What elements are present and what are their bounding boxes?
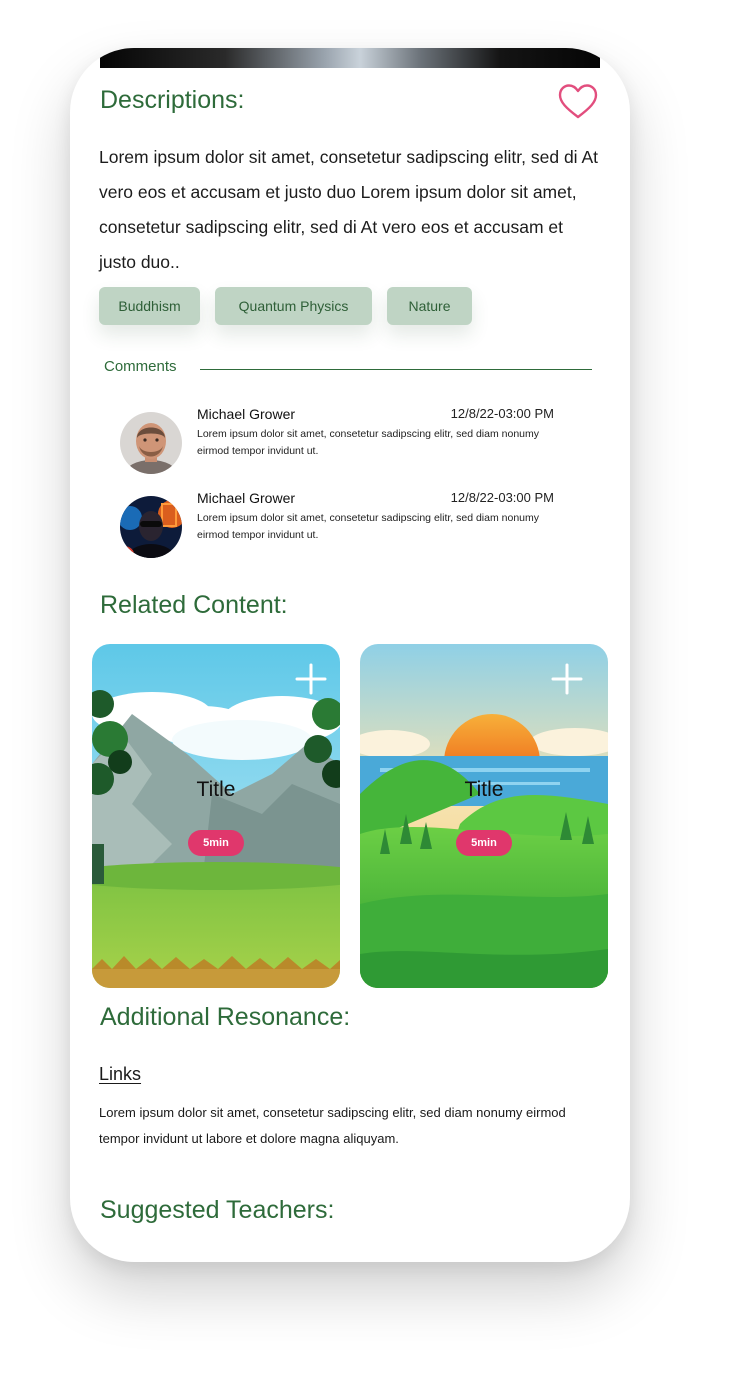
tag-chip[interactable]: Nature: [387, 287, 472, 325]
card-title: Title: [196, 778, 236, 801]
related-content-heading: Related Content:: [100, 591, 288, 619]
description-text: Lorem ipsum dolor sit amet, consetetur s…: [99, 147, 598, 272]
comment-text: Lorem ipsum dolor sit amet, consetetur s…: [197, 512, 539, 541]
duration-badge: 5min: [188, 830, 244, 856]
comment-author: Michael Grower: [197, 490, 296, 506]
related-content-card[interactable]: Title 5min: [360, 644, 608, 988]
comment-timestamp: 12/8/22-03:00 PM: [450, 406, 554, 421]
tag-chip[interactable]: Quantum Physics: [215, 287, 372, 325]
hero-image: [100, 48, 600, 68]
phone-frame: Descriptions: Lorem ipsum dolor sit amet…: [70, 48, 630, 1262]
links-link[interactable]: Links: [99, 1064, 141, 1085]
heart-icon[interactable]: [558, 84, 598, 120]
comments-label: Comments: [104, 358, 177, 375]
suggested-teachers-heading: Suggested Teachers:: [100, 1196, 335, 1224]
related-content-card[interactable]: Title 5min: [92, 644, 340, 988]
comment-timestamp: 12/8/22-03:00 PM: [450, 490, 554, 505]
comments-divider: [200, 369, 592, 370]
plus-icon[interactable]: [294, 662, 328, 696]
comment-text: Lorem ipsum dolor sit amet, consetetur s…: [197, 428, 539, 457]
card-title: Title: [464, 778, 504, 801]
comment-item: Michael Grower 12/8/22-03:00 PM Lorem ip…: [120, 406, 560, 474]
avatar[interactable]: [120, 412, 182, 474]
comment-author: Michael Grower: [197, 406, 296, 422]
additional-resonance-heading: Additional Resonance:: [100, 1003, 351, 1031]
plus-icon[interactable]: [550, 662, 584, 696]
additional-text: Lorem ipsum dolor sit amet, consetetur s…: [99, 1105, 566, 1146]
duration-badge: 5min: [456, 830, 512, 856]
tag-chip[interactable]: Buddhism: [99, 287, 200, 325]
comment-item: Michael Grower 12/8/22-03:00 PM Lorem ip…: [120, 490, 560, 558]
avatar[interactable]: [120, 496, 182, 558]
descriptions-heading: Descriptions:: [100, 86, 245, 114]
